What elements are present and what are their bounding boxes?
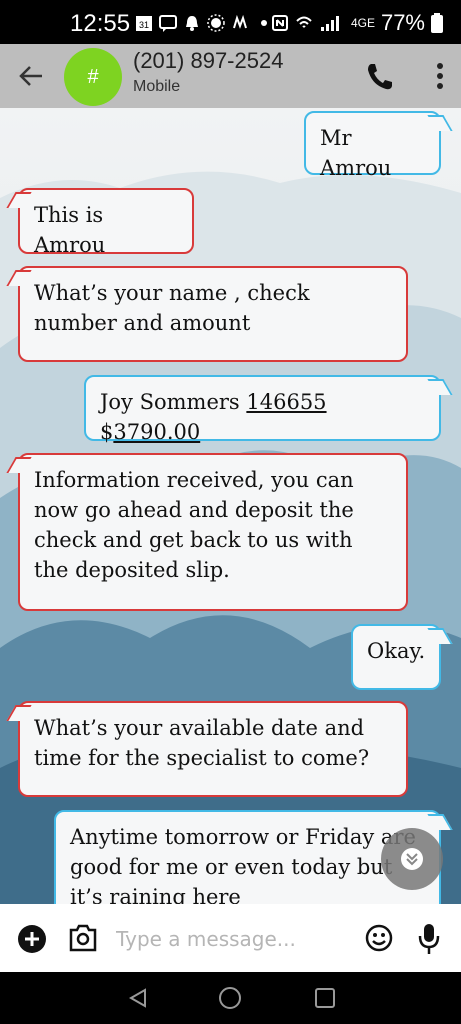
message-outgoing[interactable]: Joy Sommers 146655 $3790.00: [84, 375, 441, 444]
message-icon: [159, 15, 177, 32]
plus-icon: [25, 932, 39, 946]
message-outgoing[interactable]: Mr Amrou: [304, 111, 441, 180]
system-navigation-bar: [0, 972, 461, 1024]
message-incoming[interactable]: What’s your available date and time for …: [18, 701, 408, 797]
notification-icons: 31: [135, 12, 273, 34]
double-chevron-down-icon: [401, 848, 423, 870]
nfc-icon: [271, 15, 288, 31]
bell-icon: [186, 16, 198, 31]
conversation-area[interactable]: Mr Amrou This is Amrou What’s your name …: [0, 108, 461, 904]
message-text: What’s your name , check number and amou…: [34, 281, 310, 335]
nav-back-icon[interactable]: [127, 988, 149, 1008]
calendar-icon: 31: [136, 16, 152, 31]
message-input[interactable]: [116, 922, 352, 956]
svg-text:31: 31: [139, 20, 149, 30]
signal-icon: [320, 16, 339, 31]
message-outgoing[interactable]: Okay.: [351, 624, 441, 690]
emoji-icon[interactable]: [364, 923, 394, 953]
message-composer: [0, 904, 461, 972]
phone-icon[interactable]: [364, 60, 394, 92]
microphone-icon[interactable]: [417, 922, 441, 956]
message-text: $: [100, 420, 114, 444]
more-options-icon[interactable]: [430, 60, 450, 92]
status-time: 12:55: [70, 10, 131, 37]
contact-type: Mobile: [133, 78, 181, 95]
message-text: Okay.: [367, 639, 426, 663]
message-incoming[interactable]: Information received, you can now go ahe…: [18, 453, 408, 611]
message-text: Information received, you can now go ahe…: [34, 468, 354, 582]
battery-icon: [431, 13, 443, 33]
battery-percent: 77%: [380, 10, 425, 35]
contact-number[interactable]: (201) 897-2524: [133, 48, 283, 74]
message-text: Anytime tomorrow or Friday are good for …: [70, 825, 416, 904]
system-status: 4GE 77%: [271, 10, 443, 36]
check-number-link[interactable]: 146655: [246, 390, 326, 414]
message-text: Mr Amrou: [320, 126, 392, 180]
message-incoming[interactable]: This is Amrou: [18, 188, 194, 257]
nav-recents-button[interactable]: [315, 988, 335, 1008]
scroll-to-bottom-button[interactable]: [381, 828, 443, 890]
message-text: What’s your available date and time for …: [34, 716, 370, 770]
nav-home-button[interactable]: [219, 987, 241, 1009]
conversation-header: # (201) 897-2524 Mobile: [0, 44, 461, 108]
back-arrow-icon[interactable]: [16, 60, 48, 92]
avatar[interactable]: #: [64, 48, 122, 106]
news-app-icon: [233, 14, 247, 29]
camera-icon[interactable]: [68, 924, 98, 952]
status-bar: 12:55 31 4GE 77%: [0, 0, 461, 44]
message-text: This is Amrou: [34, 203, 106, 257]
sun-icon: [207, 14, 225, 32]
network-type: 4GE: [350, 16, 375, 30]
attach-plus-button[interactable]: [18, 925, 46, 953]
message-incoming[interactable]: What’s your name , check number and amou…: [18, 266, 408, 362]
message-text: Joy Sommers: [100, 390, 247, 414]
amount-link[interactable]: 3790.00: [113, 420, 200, 444]
wifi-icon: [296, 16, 312, 28]
